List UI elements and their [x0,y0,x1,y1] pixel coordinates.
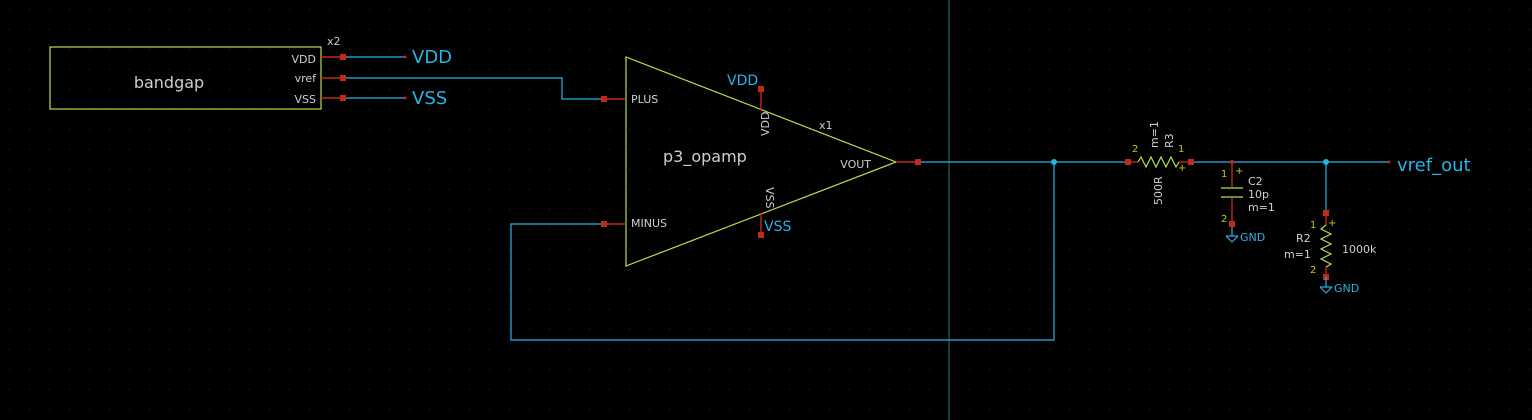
pin-marker[interactable] [915,159,921,165]
c2-pin1: 1 [1221,169,1227,180]
gnd-label: GND [1240,231,1265,244]
c2-value: 10p [1248,188,1269,201]
c2-name: C2 [1248,175,1263,188]
opamp-pin-vss: VSS [763,187,776,209]
opamp-pin-plus: PLUS [631,93,658,106]
opamp-vss-net-label: VSS [764,219,791,235]
grid-background [0,0,1532,420]
bandgap-instance: x2 [327,35,341,48]
r2-pin1: 1 [1310,220,1316,231]
r3-mult: m=1 [1148,121,1161,148]
opamp-pin-vout: VOUT [840,158,871,171]
bandgap-pin-vref: vref [295,72,318,85]
r3-name: R3 [1163,133,1176,148]
opamp-label: p3_opamp [663,147,747,167]
opamp-pin-vdd: VDD [759,112,772,136]
pin-marker[interactable] [601,221,607,227]
r3-pin1: 1 [1178,144,1184,155]
r2-plus: + [1328,218,1336,229]
c2-pin2: 2 [1221,214,1227,225]
bandgap-label: bandgap [134,73,204,92]
opamp-vdd-net-label: VDD [727,73,758,89]
r2-value: 1000k [1342,243,1377,256]
gnd-label: GND [1334,282,1359,295]
c2-mult: m=1 [1248,201,1275,214]
r2-mult: m=1 [1284,248,1311,261]
r2-pin2: 2 [1310,265,1316,276]
r2-name: R2 [1296,232,1311,245]
pin-marker[interactable] [758,86,764,92]
net-label-vref-out: vref_out [1397,155,1471,176]
schematic-canvas[interactable]: bandgap x2 VDD vref VSS VDD VSS p3_opamp… [0,0,1532,420]
opamp-instance: x1 [819,119,833,132]
pin-marker[interactable] [340,95,346,101]
bandgap-pin-vdd: VDD [292,53,316,66]
pin-marker[interactable] [601,96,607,102]
net-label-vss: VSS [412,88,447,109]
pin-marker[interactable] [340,75,346,81]
c2-plus: + [1235,166,1243,177]
r3-plus: + [1178,163,1186,174]
r3-value: 500R [1152,176,1165,205]
bandgap-pin-vss: VSS [295,93,317,106]
pin-marker[interactable] [340,54,346,60]
r3-pin2: 2 [1132,144,1138,155]
opamp-pin-minus: MINUS [631,217,667,230]
net-label-vdd: VDD [412,47,452,68]
